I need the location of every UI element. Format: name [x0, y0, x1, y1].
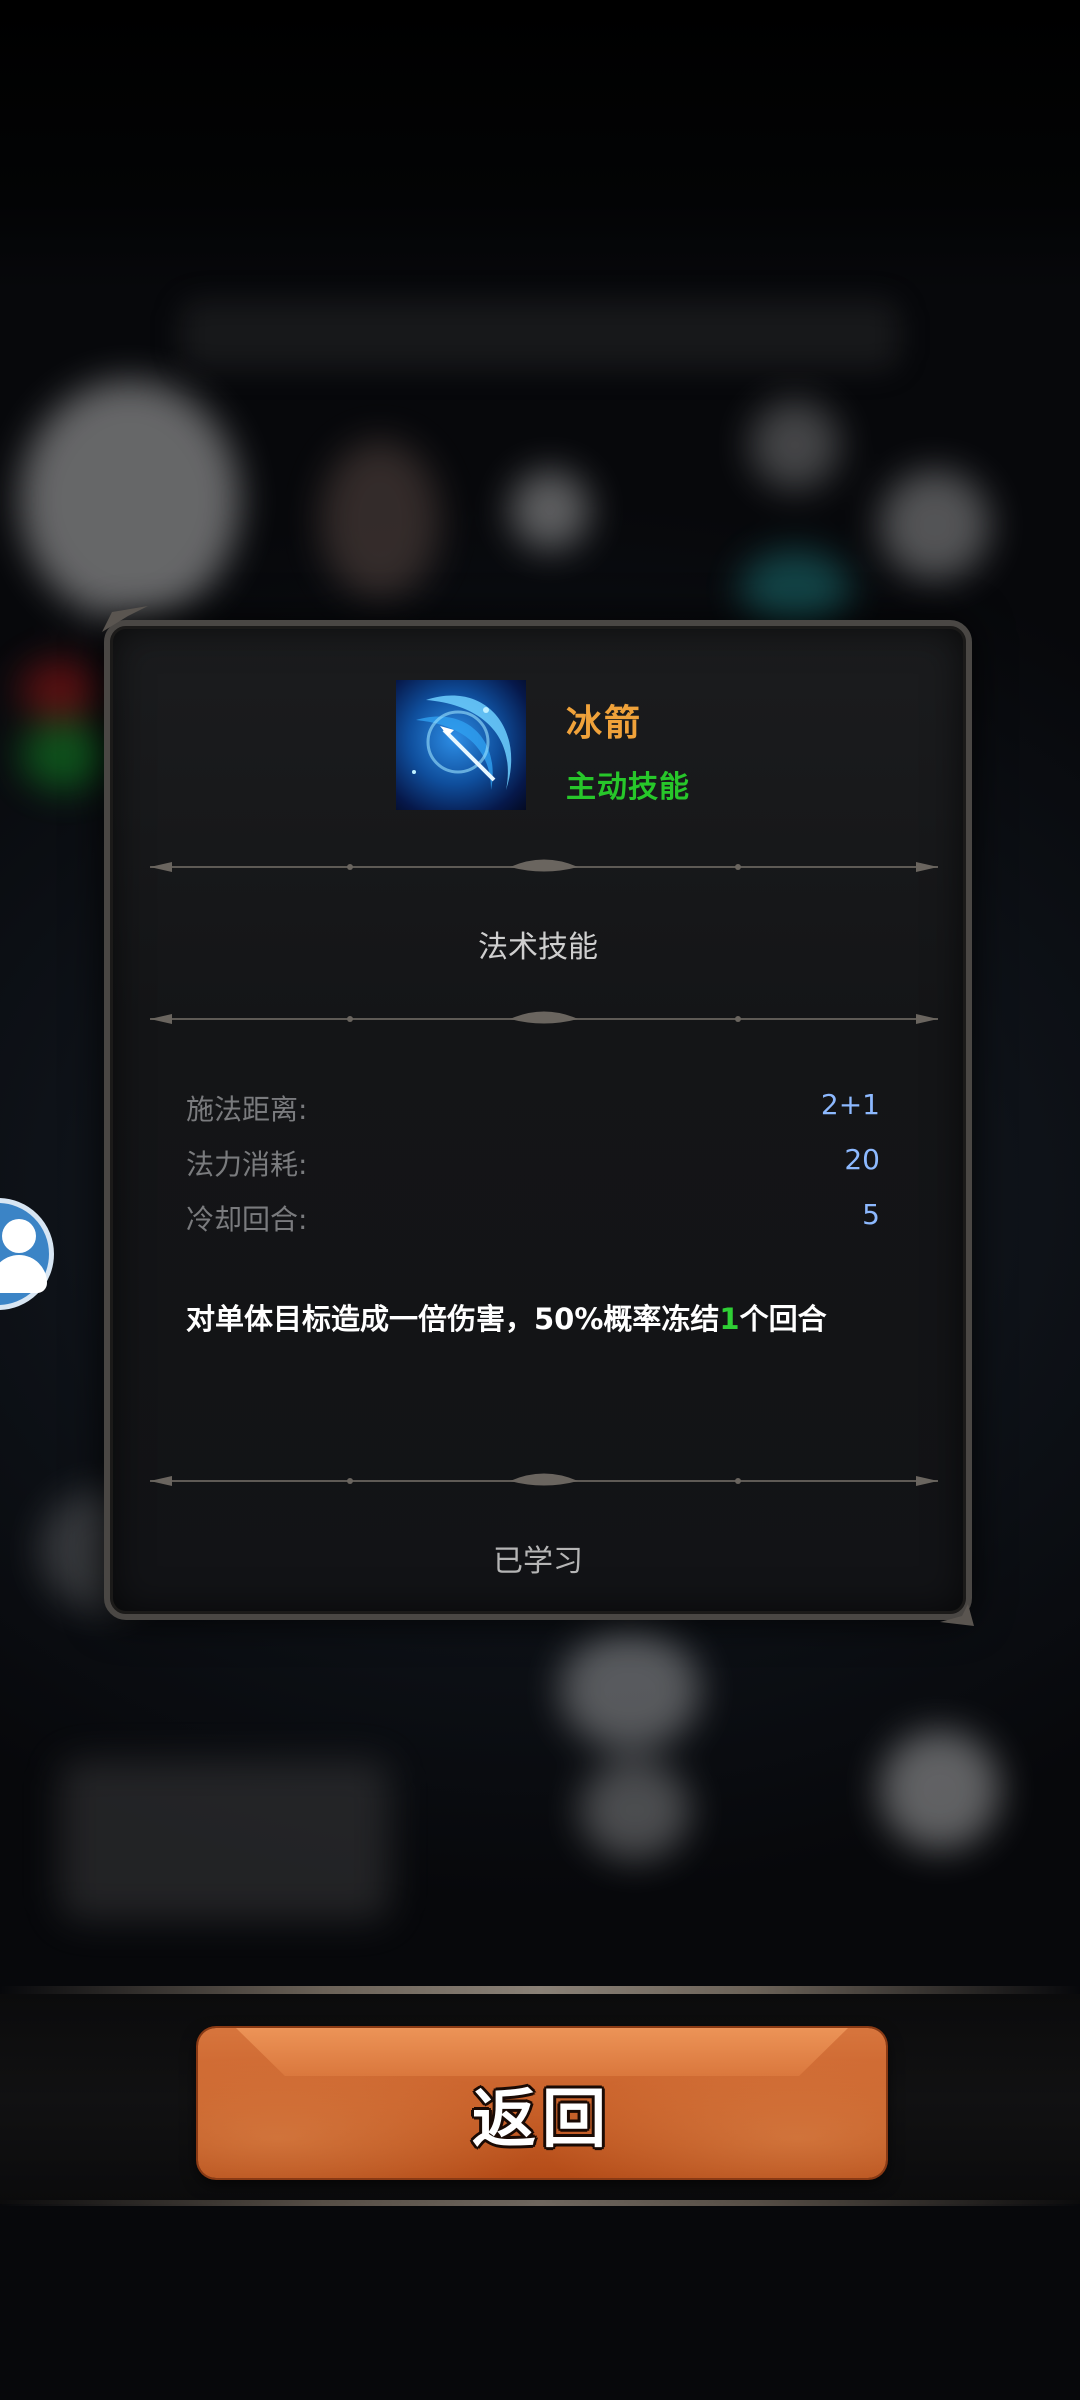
- skill-name: 冰箭: [566, 703, 643, 744]
- divider: [150, 859, 938, 872]
- bottom-bar-border: [0, 1986, 1080, 1994]
- learned-status: 已学习: [493, 1544, 583, 1579]
- stat-row-mana-cost: 法力消耗: 20: [186, 1143, 880, 1183]
- back-button-label: 返回: [472, 2083, 612, 2157]
- dialog-corner-ornament: [940, 1604, 974, 1626]
- stat-value: 2+1: [820, 1088, 880, 1121]
- stat-row-cooldown: 冷却回合: 5: [186, 1198, 880, 1238]
- skill-description: 对单体目标造成一倍伤害，50%概率冻结1个回合: [186, 1302, 827, 1336]
- back-button[interactable]: 返回: [198, 2028, 886, 2178]
- stat-label: 法力消耗:: [186, 1148, 308, 1181]
- bottom-bar-border: [0, 2200, 1080, 2206]
- stat-label: 冷却回合:: [186, 1203, 308, 1236]
- dialog-corner-ornament: [102, 606, 148, 632]
- stat-label: 施法距离:: [186, 1093, 308, 1126]
- ice-arrow-skill-icon: [396, 680, 526, 810]
- divider: [150, 1011, 938, 1024]
- screen: 冰箭 主动技能 法术技能 施法距离: 2+1 法力消耗: 20 冷却回合: 5 …: [0, 0, 1080, 2400]
- stat-value: 5: [862, 1198, 880, 1231]
- blurred-top-bar: [180, 300, 900, 370]
- divider: [150, 1473, 938, 1486]
- skill-detail-dialog: 冰箭 主动技能 法术技能 施法距离: 2+1 法力消耗: 20 冷却回合: 5 …: [102, 606, 974, 1626]
- skill-category: 法术技能: [478, 930, 598, 965]
- stat-row-cast-range: 施法距离: 2+1: [186, 1088, 880, 1128]
- description-highlight: 1: [719, 1302, 740, 1336]
- skill-type-label: 主动技能: [566, 770, 690, 805]
- user-icon: [2, 1219, 36, 1253]
- stat-value: 20: [844, 1143, 880, 1176]
- top-dark-overlay: [0, 0, 1080, 290]
